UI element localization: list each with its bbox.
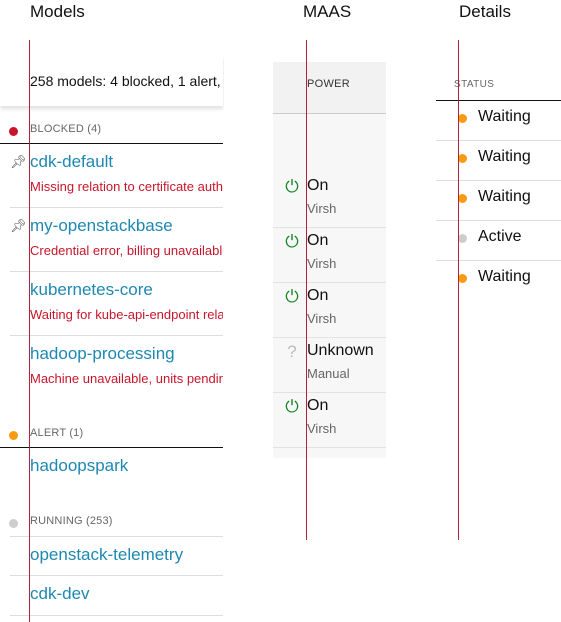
model-row[interactable]: hadoopspark [10,456,223,486]
model-name-link[interactable]: kubernetes-core [30,280,153,300]
models-panel: 258 models: 4 blocked, 1 alert, 253 runn… [0,0,224,622]
power-icon: ⏻ [285,232,299,251]
model-name-link[interactable]: my-openstackbase [30,216,173,236]
status-text: Waiting [478,188,531,205]
group-label-running: RUNNING (253) [30,515,113,527]
model-row[interactable]: hadoop-processing Machine unavailable, u… [10,344,223,400]
model-row[interactable]: 📌︎ cdk-default Missing relation to certi… [10,152,223,208]
maas-column-title: MAAS [303,2,352,21]
group-label-blocked: BLOCKED (4) [30,123,102,135]
status-dot [458,194,467,203]
power-column-header: POWER [273,62,386,114]
model-row[interactable]: 📌︎ my-openstackbase Credential error, bi… [10,216,223,272]
power-state: On [307,397,329,414]
power-state: On [307,287,329,304]
power-driver: Virsh [307,256,337,271]
status-dot [458,234,467,243]
power-row: ⏻ On Virsh [273,173,386,228]
guide-line [458,40,459,540]
model-name-link[interactable]: hadoopspark [30,456,128,476]
guide-line [29,40,30,622]
question-icon: ? [287,342,297,361]
model-error-text: Waiting for kube-api-endpoint relation [30,307,223,322]
status-row: Waiting [436,261,561,301]
status-dot [458,274,467,283]
group-header-running: RUNNING (253) [0,512,223,536]
model-name-link[interactable]: cdk-default [30,152,113,172]
power-driver: Virsh [307,421,337,436]
group-header-alert: ALERT (1) [0,424,223,448]
power-row: ? Unknown Manual [273,338,386,393]
power-icon: ⏻ [285,397,299,416]
model-name-link[interactable]: hadoop-processing [30,344,175,364]
model-error-text: Credential error, billing unavailable [30,243,223,258]
model-name-link[interactable]: openstack-telemetry [30,545,183,565]
model-row[interactable]: kubernetes-core Waiting for kube-api-end… [10,280,223,336]
power-row: ⏻ On Virsh [273,393,386,448]
status-text: Waiting [478,148,531,165]
power-driver: Virsh [307,311,337,326]
power-driver: Virsh [307,201,337,216]
status-row: Waiting [436,181,561,221]
model-row[interactable]: cdk-dev [10,576,223,616]
status-row: Waiting [436,101,561,141]
power-row: ⏻ On Virsh [273,228,386,283]
status-row: Waiting [436,141,561,181]
power-icon: ⏻ [285,177,299,196]
status-text: Waiting [478,268,531,285]
status-column-header: STATUS [436,76,561,101]
status-header-label: STATUS [454,79,495,90]
power-state: Unknown [307,342,374,359]
power-icon: ⏻ [285,287,299,306]
alert-status-dot [9,431,18,440]
power-row: ⏻ On Virsh [273,283,386,338]
status-text: Waiting [478,108,531,125]
power-header-label: POWER [307,78,351,90]
blocked-status-dot [9,127,18,136]
models-summary: 258 models: 4 blocked, 1 alert, 253 runn… [30,73,223,89]
group-label-alert: ALERT (1) [30,427,84,439]
model-row[interactable]: openstack-telemetry [10,536,223,576]
running-status-dot [9,519,18,528]
details-panel: STATUS Waiting Waiting Waiting Active Wa… [436,0,561,622]
status-dot [458,154,467,163]
maas-panel: POWER ⏻ On Virsh ⏻ On Virsh ⏻ On Virsh ?… [273,62,386,458]
model-error-text: Machine unavailable, units pending [30,371,223,386]
model-name-link[interactable]: cdk-dev [30,584,90,604]
power-state: On [307,177,329,194]
status-text: Active [478,228,522,245]
status-dot [458,114,467,123]
group-header-blocked: BLOCKED (4) [0,120,223,144]
status-row: Active [436,221,561,261]
guide-line [306,40,307,540]
power-driver: Manual [307,366,350,381]
power-state: On [307,232,329,249]
models-summary-bar: 258 models: 4 blocked, 1 alert, 253 runn… [0,56,223,106]
model-error-text: Missing relation to certificate authorit… [30,179,223,194]
pin-icon[interactable]: 📌︎ [10,154,27,170]
pin-icon[interactable]: 📌︎ [10,218,27,234]
